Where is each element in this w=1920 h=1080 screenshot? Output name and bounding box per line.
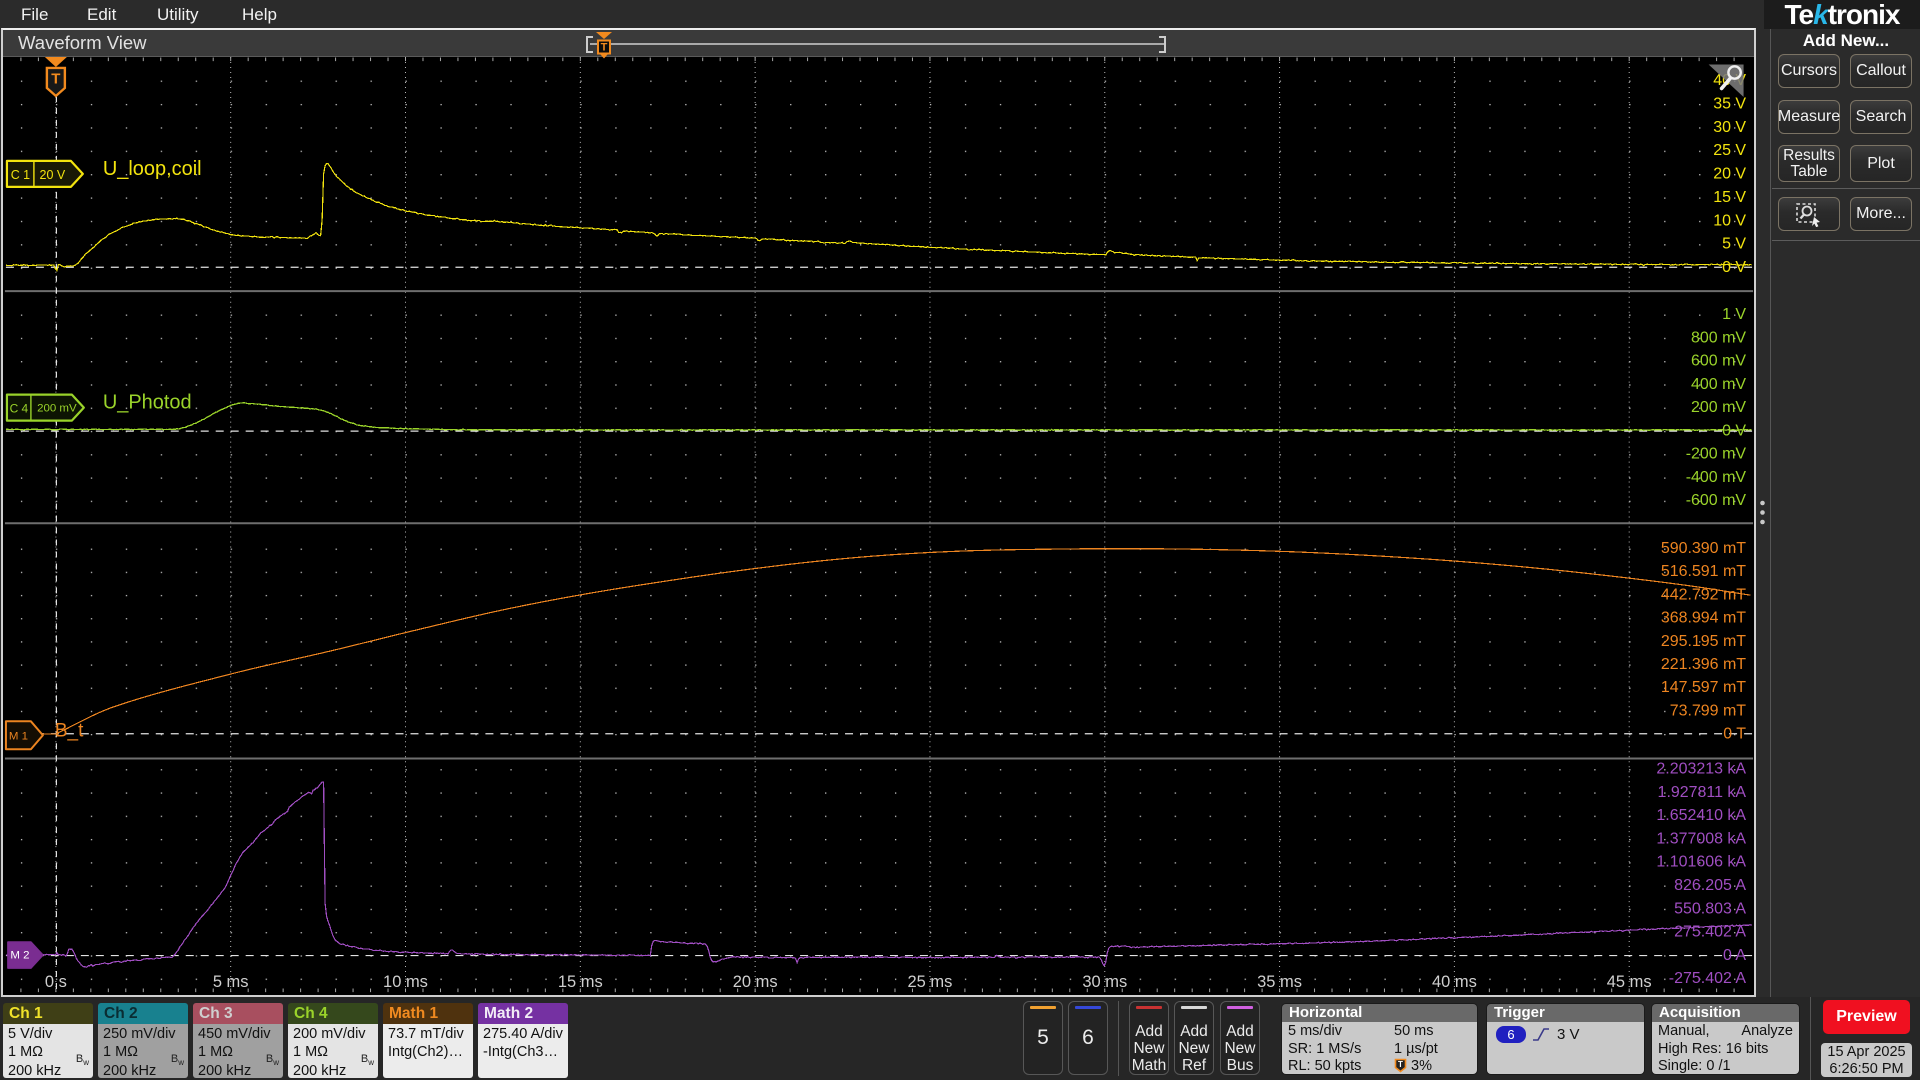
svg-text:10 V: 10 V — [1713, 212, 1746, 229]
svg-text:200 mV: 200 mV — [1691, 399, 1746, 416]
svg-text:25 V: 25 V — [1713, 142, 1746, 159]
svg-text:35 V: 35 V — [1713, 95, 1746, 112]
svg-text:826.205 A: 826.205 A — [1674, 877, 1746, 894]
svg-text:15 V: 15 V — [1713, 189, 1746, 206]
svg-text:20 V: 20 V — [40, 168, 66, 182]
svg-text:M 1: M 1 — [9, 730, 28, 742]
svg-text:200 mV: 200 mV — [37, 403, 77, 415]
svg-text:516.591 mT: 516.591 mT — [1661, 563, 1746, 580]
svg-text:10 ms: 10 ms — [383, 973, 428, 991]
svg-text:1.927811 kA: 1.927811 kA — [1658, 784, 1747, 801]
svg-text:45 ms: 45 ms — [1607, 973, 1652, 991]
svg-text:C 1: C 1 — [11, 168, 30, 182]
svg-text:0 A: 0 A — [1723, 947, 1746, 964]
svg-text:B_t: B_t — [55, 720, 84, 741]
svg-text:73.799 mT: 73.799 mT — [1670, 702, 1747, 719]
svg-text:-400 mV: -400 mV — [1686, 469, 1747, 486]
svg-text:25 ms: 25 ms — [908, 973, 953, 991]
svg-text:275.402 A: 275.402 A — [1674, 924, 1746, 941]
svg-text:30 ms: 30 ms — [1082, 973, 1127, 991]
svg-text:800 mV: 800 mV — [1691, 329, 1746, 346]
svg-text:-200 mV: -200 mV — [1686, 446, 1747, 463]
svg-text:U_Photod: U_Photod — [103, 392, 192, 414]
svg-text:5 ms: 5 ms — [213, 973, 249, 991]
svg-text:5 V: 5 V — [1722, 236, 1746, 253]
svg-text:1.101606 kA: 1.101606 kA — [1656, 854, 1746, 871]
svg-text:0 T: 0 T — [1723, 725, 1746, 742]
svg-text:T: T — [601, 42, 608, 54]
svg-text:600 mV: 600 mV — [1691, 353, 1746, 370]
svg-text:147.597 mT: 147.597 mT — [1661, 679, 1746, 696]
svg-text:C 4: C 4 — [10, 402, 29, 416]
svg-text:30 V: 30 V — [1713, 119, 1746, 136]
svg-text:550.803 A: 550.803 A — [1674, 900, 1746, 917]
svg-text:368.994 mT: 368.994 mT — [1661, 610, 1746, 627]
svg-text:-275.402 A: -275.402 A — [1669, 970, 1747, 987]
svg-text:20 V: 20 V — [1713, 166, 1746, 183]
svg-text:-600 mV: -600 mV — [1686, 492, 1747, 509]
svg-text:1.377008 kA: 1.377008 kA — [1656, 830, 1746, 847]
svg-text:295.195 mT: 295.195 mT — [1661, 633, 1746, 650]
svg-text:T: T — [1398, 1060, 1403, 1069]
svg-text:U_loop,coil: U_loop,coil — [103, 158, 202, 180]
svg-text:400 mV: 400 mV — [1691, 376, 1746, 393]
svg-text:20 ms: 20 ms — [733, 973, 778, 991]
svg-text:M 2: M 2 — [10, 950, 29, 962]
svg-text:15 ms: 15 ms — [558, 973, 603, 991]
svg-text:1.652410 kA: 1.652410 kA — [1656, 807, 1746, 824]
svg-text:221.396 mT: 221.396 mT — [1661, 656, 1746, 673]
svg-text:442.792 mT: 442.792 mT — [1661, 586, 1746, 603]
svg-text:1 V: 1 V — [1722, 306, 1746, 323]
svg-text:0 s: 0 s — [45, 973, 67, 991]
svg-text:0 V: 0 V — [1722, 422, 1746, 439]
svg-text:590.390 mT: 590.390 mT — [1661, 540, 1746, 557]
svg-text:40 ms: 40 ms — [1432, 973, 1477, 991]
svg-text:35 ms: 35 ms — [1257, 973, 1302, 991]
svg-text:0 V: 0 V — [1722, 259, 1746, 276]
svg-text:2.203213 kA: 2.203213 kA — [1656, 761, 1746, 778]
svg-text:T: T — [51, 70, 60, 87]
